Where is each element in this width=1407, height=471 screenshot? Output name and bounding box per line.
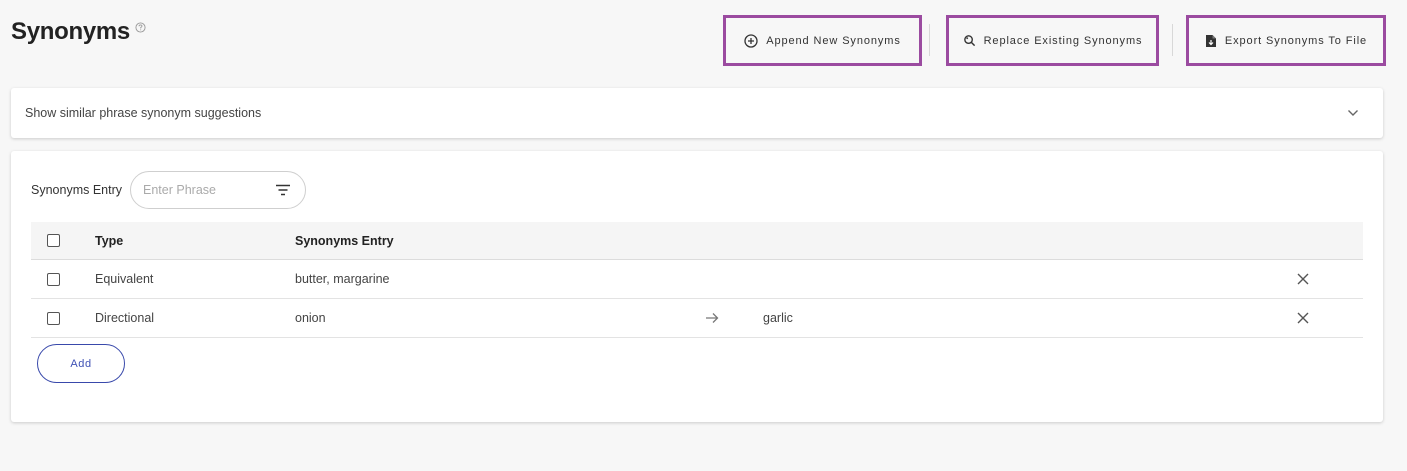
export-synonyms-button[interactable]: Export Synonyms To File (1186, 15, 1386, 66)
entry-column-header: Synonyms Entry (295, 233, 394, 248)
append-synonyms-label: Append New Synonyms (766, 34, 901, 47)
append-synonyms-button[interactable]: Append New Synonyms (723, 15, 922, 66)
row-check-cell (47, 299, 60, 337)
replace-synonyms-label: Replace Existing Synonyms (983, 34, 1143, 47)
row-check-cell (47, 260, 60, 298)
replace-synonyms-button[interactable]: Replace Existing Synonyms (946, 15, 1159, 66)
row-checkbox[interactable] (47, 272, 60, 286)
row-entry: butter, margarine (295, 272, 390, 286)
divider (929, 24, 930, 56)
divider (1172, 24, 1173, 56)
page-header: Synonyms (11, 18, 146, 46)
add-button[interactable]: Add (37, 344, 125, 383)
select-all-checkbox[interactable] (47, 234, 60, 247)
suggestions-expander[interactable]: Show similar phrase synonym suggestions (11, 88, 1383, 138)
question-circle-icon[interactable] (135, 22, 146, 33)
table-row: Directional onion garlic (31, 299, 1363, 338)
arrow-right-icon (706, 313, 719, 323)
row-checkbox[interactable] (47, 311, 60, 325)
close-icon[interactable] (1297, 273, 1309, 285)
type-column-header: Type (95, 233, 124, 248)
filter-icon[interactable] (275, 184, 291, 196)
export-synonyms-label: Export Synonyms To File (1224, 34, 1368, 47)
synonyms-page: Synonyms Append New Synonyms Replace Exi… (0, 0, 1407, 471)
synonyms-card: Synonyms Entry Type Synonyms Entry (11, 151, 1383, 422)
entry-row: Synonyms Entry (31, 171, 307, 209)
chevron-down-icon[interactable] (1347, 109, 1359, 117)
row-arrow-cell (705, 299, 719, 337)
row-entry: onion (295, 311, 326, 325)
add-circle-icon (744, 33, 758, 48)
file-download-icon (1205, 34, 1216, 47)
page-title: Synonyms (11, 18, 130, 45)
suggestions-label: Show similar phrase synonym suggestions (25, 106, 262, 120)
table-row: Equivalent butter, margarine (31, 260, 1363, 299)
row-delete-cell (1297, 299, 1309, 337)
header-actions: Append New Synonyms Replace Existing Syn… (723, 15, 1386, 67)
row-type: Equivalent (95, 272, 154, 286)
synonyms-table: Type Synonyms Entry Equivalent butter, m… (31, 222, 1363, 338)
find-replace-icon (963, 35, 975, 47)
row-type: Directional (95, 311, 155, 325)
phrase-search-box (130, 171, 307, 209)
entry-label: Synonyms Entry (31, 183, 123, 197)
phrase-input[interactable] (143, 183, 264, 197)
row-delete-cell (1297, 260, 1309, 298)
select-all-cell (47, 222, 60, 259)
close-icon[interactable] (1297, 312, 1309, 324)
row-target: garlic (763, 311, 793, 325)
table-header: Type Synonyms Entry (31, 222, 1363, 260)
